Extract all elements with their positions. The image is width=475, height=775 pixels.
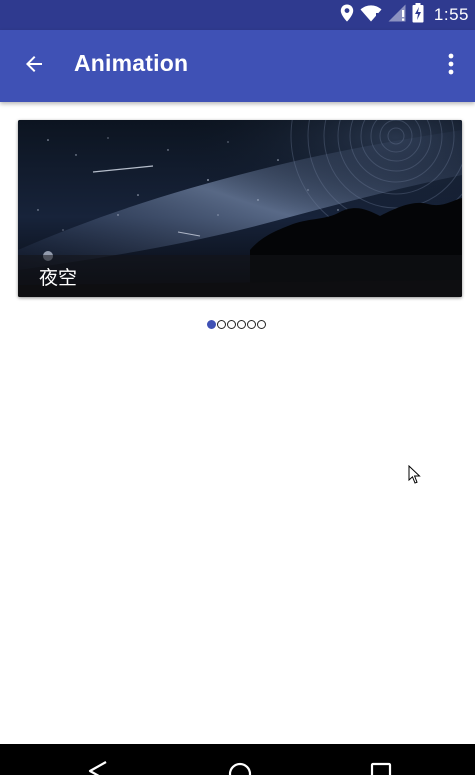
more-vert-icon	[448, 53, 454, 80]
status-icons: 1:55	[340, 0, 469, 30]
home-circle-icon	[228, 762, 252, 775]
app-bar: Animation	[0, 30, 475, 102]
back-triangle-icon	[88, 761, 107, 775]
location-icon	[340, 4, 354, 27]
recents-square-icon	[370, 762, 392, 775]
pager-indicator	[207, 320, 266, 331]
status-time: 1:55	[433, 5, 469, 24]
nav-recents-button[interactable]	[361, 758, 401, 775]
pager-dot[interactable]	[237, 320, 246, 329]
pager-dot[interactable]	[217, 320, 226, 329]
nav-back-button[interactable]	[78, 758, 118, 775]
navigation-bar	[0, 744, 475, 775]
cellular-signal-icon	[388, 4, 406, 27]
banner-caption-bar: 夜空	[18, 255, 462, 297]
back-button[interactable]	[12, 44, 56, 88]
pager-dot[interactable]	[227, 320, 236, 329]
screen: 1:55 Animation 夜空	[0, 0, 475, 775]
nav-home-button[interactable]	[220, 758, 260, 775]
page-title: Animation	[74, 50, 189, 76]
pager-dot[interactable]	[257, 320, 266, 329]
banner-caption: 夜空	[39, 267, 78, 289]
arrow-back-icon	[22, 52, 46, 81]
pager-dot[interactable]	[207, 320, 216, 329]
battery-charging-icon	[412, 2, 424, 28]
mouse-pointer-icon	[408, 465, 421, 484]
wifi-icon	[360, 4, 382, 27]
status-bar: 1:55	[0, 0, 475, 30]
overflow-menu-button[interactable]	[433, 44, 469, 88]
pager-dot[interactable]	[247, 320, 256, 329]
banner-carousel[interactable]: 夜空	[18, 120, 462, 297]
